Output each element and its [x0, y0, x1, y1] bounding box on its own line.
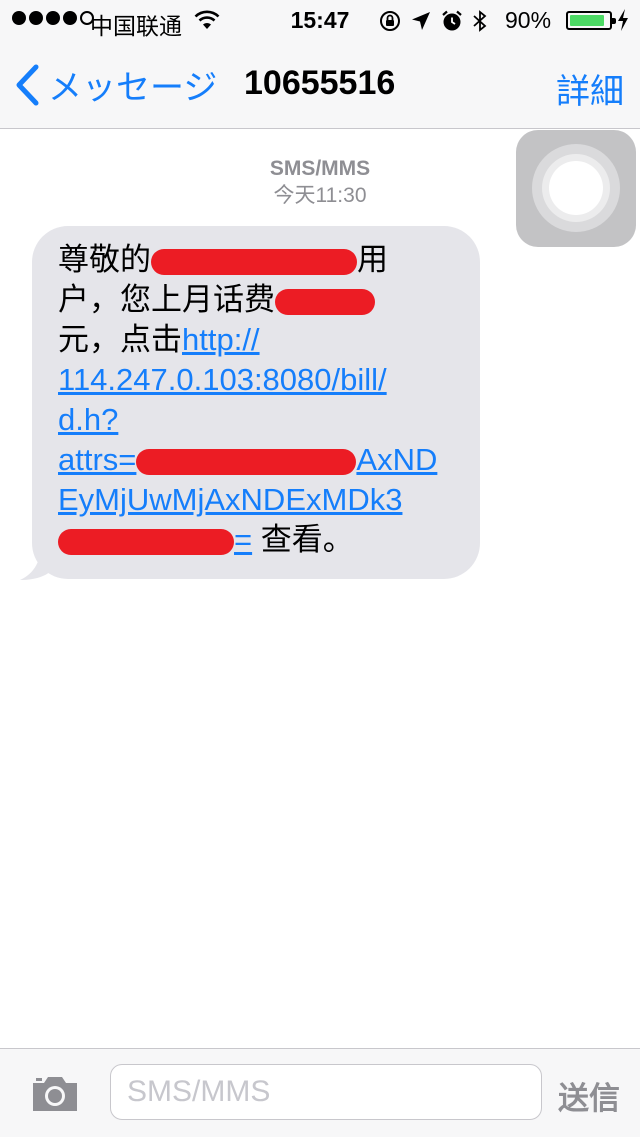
redaction-mark: [136, 448, 357, 475]
bill-link[interactable]: =: [234, 522, 252, 557]
compose-bar: 送信: [0, 1048, 640, 1137]
message-line: 元，点击http://: [58, 320, 456, 360]
message-line: 114.247.0.103:8080/bill/: [58, 360, 456, 400]
redaction-mark: [275, 288, 375, 315]
message-text: 户，您上月话费: [58, 282, 275, 317]
bill-link[interactable]: d.h?: [58, 402, 118, 437]
message-line: d.h?: [58, 400, 456, 440]
chevron-left-icon: [16, 64, 39, 105]
alarm-clock-icon: [440, 9, 464, 39]
message-line: 尊敬的 用: [58, 240, 456, 280]
bill-link[interactable]: EyMjUwMjAxNDExMDk3: [58, 482, 402, 517]
conversation-title: 10655516: [244, 64, 396, 102]
battery-percentage: 90%: [505, 7, 552, 33]
back-button[interactable]: メッセージ: [14, 60, 217, 109]
battery-icon: [566, 11, 616, 30]
charging-bolt-icon: [616, 8, 630, 38]
navigation-bar: メッセージ 10655516 詳細: [0, 40, 640, 129]
message-line: 户，您上月话费: [58, 280, 456, 320]
message-text: 尊敬的: [58, 242, 151, 277]
message-text: 用: [357, 242, 388, 277]
bill-link[interactable]: 114.247.0.103:8080/bill/: [58, 362, 387, 397]
message-text: 查看。: [252, 522, 354, 557]
assistive-touch-button[interactable]: [516, 130, 636, 247]
camera-icon[interactable]: [30, 1073, 80, 1118]
send-button[interactable]: 送信: [558, 1073, 620, 1118]
message-line: = 查看。: [58, 520, 456, 560]
battery-level-fill: [570, 15, 605, 26]
redaction-mark: [58, 528, 234, 555]
details-button[interactable]: 詳細: [556, 64, 624, 113]
bluetooth-icon: [472, 9, 488, 39]
message-input[interactable]: [110, 1064, 542, 1120]
location-arrow-icon: [410, 10, 432, 38]
redaction-mark: [151, 248, 357, 275]
bill-link[interactable]: attrs=: [58, 442, 136, 477]
status-bar: 中国联通 15:47 90%: [0, 0, 640, 40]
message-text: 元，点击: [58, 322, 182, 357]
back-button-label: メッセージ: [48, 69, 218, 107]
bill-link[interactable]: AxND: [356, 442, 437, 477]
bill-link[interactable]: http://: [182, 322, 260, 357]
orientation-lock-icon: [378, 9, 402, 39]
received-message-bubble[interactable]: 尊敬的 用 户，您上月话费 元，点击http:// 114.247.0.103:8…: [32, 226, 480, 579]
message-line: EyMjUwMjAxNDExMDk3: [58, 480, 456, 520]
message-line: attrs= AxND: [58, 440, 456, 480]
